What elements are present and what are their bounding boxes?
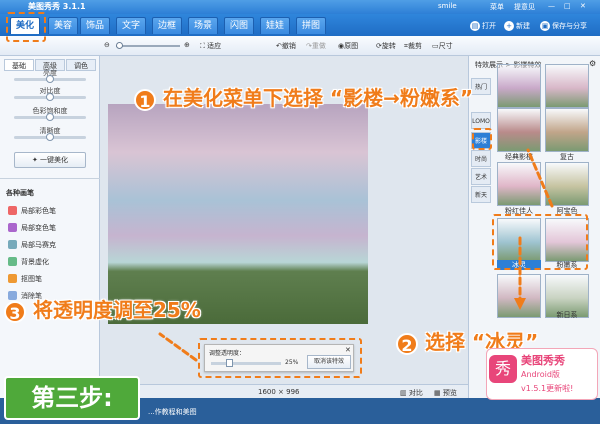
arrow-head-icon	[514, 298, 526, 310]
promo-banner[interactable]: 秀 美图秀秀 Android版 v1.5.1更新啦!	[486, 348, 598, 400]
arrow-step3	[158, 332, 198, 362]
promo-version: v1.5.1更新啦!	[521, 384, 574, 393]
arrow-step1	[526, 148, 554, 208]
meitu-logo-icon: 秀	[489, 355, 517, 383]
promo-brand: 美图秀秀	[521, 354, 565, 367]
step-label-badge: 第三步:	[4, 376, 140, 420]
bottom-text: ...作教程和美图	[148, 408, 197, 416]
promo-platform: Android版	[521, 370, 560, 379]
